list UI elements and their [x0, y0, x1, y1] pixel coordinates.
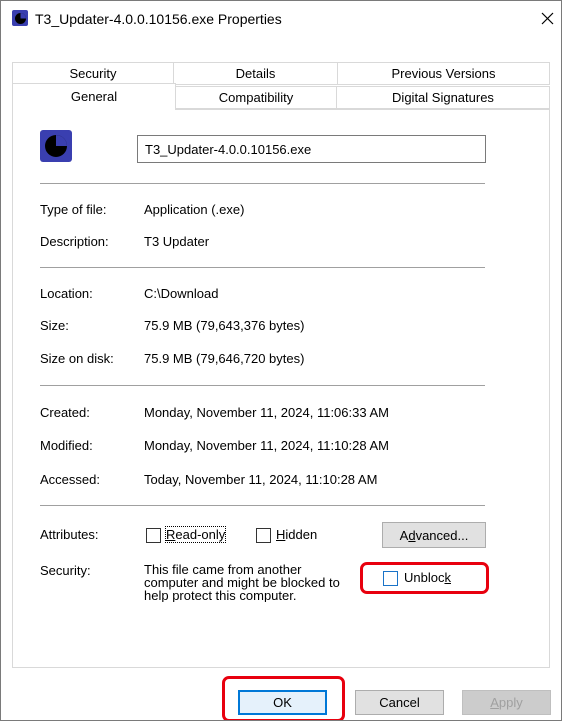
advanced-button[interactable]: Ad vanced...: [382, 522, 486, 548]
description-label: Description:: [40, 234, 109, 249]
file-name-input[interactable]: [137, 135, 486, 163]
close-button[interactable]: [533, 3, 561, 33]
unblock-highlight: [360, 562, 489, 594]
title-bar: T3_Updater-4.0.0.10156.exe Properties: [1, 1, 561, 37]
separator: [40, 183, 485, 184]
attributes-label: Attributes:: [40, 527, 99, 542]
close-icon: [541, 12, 553, 24]
type-of-file-label: Type of file:: [40, 202, 107, 217]
read-only-label[interactable]: Read-only: [164, 526, 227, 543]
accessed-value: Today, November 11, 2024, 11:10:28 AM: [144, 472, 378, 487]
separator: [40, 385, 485, 386]
tab-digital-signatures[interactable]: Digital Signatures: [336, 86, 550, 109]
hidden-checkbox[interactable]: [256, 528, 271, 543]
modified-value: Monday, November 11, 2024, 11:10:28 AM: [144, 438, 389, 453]
tab-security[interactable]: Security: [12, 62, 174, 85]
window-title: T3_Updater-4.0.0.10156.exe Properties: [35, 11, 282, 27]
size-on-disk-label: Size on disk:: [40, 351, 114, 366]
apply-button[interactable]: Apply: [462, 690, 551, 715]
hidden-label[interactable]: Hidden: [276, 527, 317, 542]
created-label: Created:: [40, 405, 90, 420]
separator: [40, 267, 485, 268]
tab-details[interactable]: Details: [173, 62, 338, 85]
tab-general[interactable]: General: [12, 83, 176, 110]
cancel-button[interactable]: Cancel: [355, 690, 444, 715]
security-label: Security:: [40, 563, 91, 578]
location-value: C:\Download: [144, 286, 219, 301]
read-only-checkbox[interactable]: [146, 528, 161, 543]
separator: [40, 505, 485, 506]
location-label: Location:: [40, 286, 93, 301]
size-value: 75.9 MB (79,643,376 bytes): [144, 318, 305, 333]
accessed-label: Accessed:: [40, 472, 100, 487]
modified-label: Modified:: [40, 438, 93, 453]
file-icon: [40, 130, 72, 162]
properties-dialog: T3_Updater-4.0.0.10156.exe Properties Se…: [0, 0, 562, 721]
size-label: Size:: [40, 318, 69, 333]
security-warning-text: This file came from another computer and…: [144, 563, 340, 602]
description-value: T3 Updater: [144, 234, 210, 249]
tab-previous-versions[interactable]: Previous Versions: [337, 62, 550, 85]
created-value: Monday, November 11, 2024, 11:06:33 AM: [144, 405, 389, 420]
size-on-disk-value: 75.9 MB (79,646,720 bytes): [144, 351, 305, 366]
type-of-file-value: Application (.exe): [144, 202, 245, 217]
tab-compatibility[interactable]: Compatibility: [175, 86, 337, 109]
app-icon: [12, 10, 28, 26]
ok-highlight: [222, 676, 345, 720]
